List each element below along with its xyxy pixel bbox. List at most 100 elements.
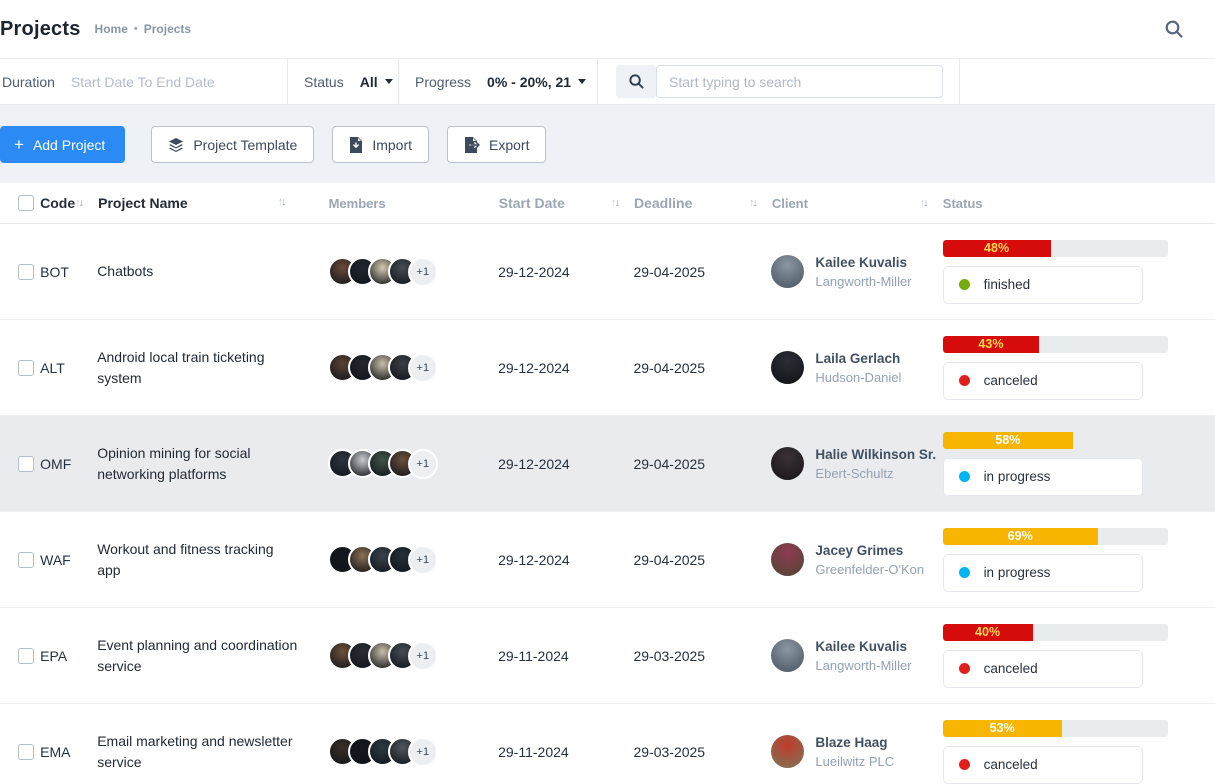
deadline-date: 29-04-2025	[633, 264, 705, 280]
member-avatars[interactable]: +1	[328, 449, 438, 479]
project-name-link[interactable]: Event planning and coordination service	[97, 635, 300, 676]
progress-filter[interactable]: Progress 0% - 20%, 21% - 40%	[399, 59, 598, 104]
table-row[interactable]: WAF Workout and fitness tracking app +1 …	[0, 512, 1215, 608]
project-code: WAF	[40, 552, 71, 568]
duration-filter[interactable]: Duration Start Date To End Date	[0, 59, 288, 104]
project-name-link[interactable]: Chatbots	[97, 261, 153, 281]
project-code: EPA	[40, 648, 67, 664]
breadcrumb-home[interactable]: Home	[95, 22, 128, 36]
table-row[interactable]: EPA Event planning and coordination serv…	[0, 608, 1215, 704]
project-name-link[interactable]: Android local train ticketing system	[97, 347, 300, 388]
status-badge[interactable]: in progress	[943, 554, 1143, 592]
members-overflow-badge[interactable]: +1	[408, 257, 438, 287]
client-company: Greenfelder-O'Kon	[815, 562, 924, 577]
sort-icon[interactable]: ↑↓	[611, 198, 620, 209]
add-project-button[interactable]: + Add Project	[0, 126, 125, 163]
search-icon[interactable]	[1163, 18, 1185, 40]
project-code: OMF	[40, 456, 71, 472]
member-avatars[interactable]: +1	[328, 257, 438, 287]
row-checkbox[interactable]	[18, 648, 34, 664]
column-header-code[interactable]: Code↑↓	[40, 195, 98, 211]
toolbar: + Add Project Project Template Import Ex…	[0, 105, 1215, 183]
project-code: ALT	[40, 360, 65, 376]
status-dot-icon	[959, 663, 970, 674]
export-button[interactable]: Export	[447, 126, 546, 163]
project-template-button[interactable]: Project Template	[151, 126, 314, 163]
import-button[interactable]: Import	[332, 126, 429, 163]
layers-icon	[168, 137, 184, 153]
members-overflow-badge[interactable]: +1	[408, 449, 438, 479]
progress-filter-label: Progress	[415, 74, 471, 90]
client-company: Langworth-Miller	[815, 274, 911, 289]
status-filter-dropdown[interactable]: All	[360, 74, 393, 90]
status-filter[interactable]: Status All	[288, 59, 399, 104]
start-date: 29-12-2024	[498, 360, 570, 376]
deadline-date: 29-04-2025	[633, 360, 705, 376]
status-badge[interactable]: canceled	[943, 362, 1143, 400]
sort-icon[interactable]: ↑↓	[278, 197, 287, 208]
client-name[interactable]: Laila Gerlach	[815, 351, 901, 366]
table-search	[598, 59, 1215, 104]
table-row[interactable]: ALT Android local train ticketing system…	[0, 320, 1215, 416]
row-checkbox[interactable]	[18, 456, 34, 472]
progress-percent: 43%	[978, 337, 1003, 351]
client-name[interactable]: Halie Wilkinson Sr.	[815, 447, 936, 462]
row-checkbox[interactable]	[18, 552, 34, 568]
status-badge[interactable]: in progress	[943, 458, 1143, 496]
members-overflow-badge[interactable]: +1	[408, 353, 438, 383]
progress-fill: 43%	[943, 336, 1040, 353]
progress-bar: 69%	[943, 528, 1168, 545]
client-avatar	[771, 447, 804, 480]
progress-percent: 58%	[995, 433, 1020, 447]
project-name-link[interactable]: Email marketing and newsletter service	[97, 731, 300, 772]
column-header-status: Status	[943, 196, 1215, 211]
client-avatar	[771, 543, 804, 576]
project-name-link[interactable]: Opinion mining for social networking pla…	[97, 443, 300, 484]
table-row[interactable]: EMA Email marketing and newsletter servi…	[0, 704, 1215, 784]
status-label: in progress	[984, 565, 1051, 580]
search-input[interactable]	[656, 65, 943, 98]
client-name[interactable]: Kailee Kuvalis	[815, 255, 911, 270]
row-checkbox[interactable]	[18, 264, 34, 280]
search-submit-button[interactable]	[616, 65, 656, 98]
member-avatars[interactable]: +1	[328, 545, 438, 575]
deadline-date: 29-04-2025	[633, 552, 705, 568]
status-badge[interactable]: finished	[943, 266, 1143, 304]
column-header-deadline[interactable]: Deadline ↑↓	[634, 195, 772, 211]
status-badge[interactable]: canceled	[943, 650, 1143, 688]
progress-fill: 48%	[943, 240, 1051, 257]
member-avatars[interactable]: +1	[328, 641, 438, 671]
member-avatars[interactable]: +1	[328, 737, 438, 767]
client-name[interactable]: Kailee Kuvalis	[815, 639, 911, 654]
status-label: canceled	[984, 661, 1038, 676]
client-name[interactable]: Jacey Grimes	[815, 543, 924, 558]
projects-table: Code↑↓Project Name↑↓MembersStart Date↑↓D…	[0, 183, 1215, 784]
column-header-start-date[interactable]: Start Date↑↓	[499, 195, 634, 211]
duration-range-input[interactable]: Start Date To End Date	[71, 74, 215, 90]
progress-filter-dropdown[interactable]: 0% - 20%, 21% - 40%	[487, 74, 586, 90]
status-dot-icon	[959, 471, 970, 482]
duration-label: Duration	[2, 74, 55, 90]
client-name[interactable]: Blaze Haag	[815, 735, 894, 750]
members-overflow-badge[interactable]: +1	[408, 641, 438, 671]
column-header-client[interactable]: Client↑↓	[772, 196, 943, 211]
table-row[interactable]: OMF Opinion mining for social networking…	[0, 416, 1215, 512]
sort-icon[interactable]: ↑↓	[749, 198, 758, 209]
page-title: Projects	[0, 18, 81, 41]
progress-percent: 53%	[990, 721, 1015, 735]
row-checkbox[interactable]	[18, 360, 34, 376]
progress-fill: 40%	[943, 624, 1033, 641]
sort-icon[interactable]: ↑↓	[920, 198, 929, 209]
table-row[interactable]: BOT Chatbots +1 29-12-2024 29-04-2025 Ka…	[0, 224, 1215, 320]
row-checkbox[interactable]	[18, 744, 34, 760]
select-all-checkbox[interactable]	[18, 195, 34, 211]
column-label: Status	[943, 196, 983, 211]
status-badge[interactable]: canceled	[943, 746, 1143, 784]
members-overflow-badge[interactable]: +1	[408, 545, 438, 575]
members-overflow-badge[interactable]: +1	[408, 737, 438, 767]
sort-icon[interactable]: ↑↓	[75, 198, 84, 209]
column-label: Deadline	[634, 195, 692, 211]
member-avatars[interactable]: +1	[328, 353, 438, 383]
project-name-link[interactable]: Workout and fitness tracking app	[97, 539, 300, 580]
column-header-project-name[interactable]: Project Name↑↓	[98, 193, 328, 213]
